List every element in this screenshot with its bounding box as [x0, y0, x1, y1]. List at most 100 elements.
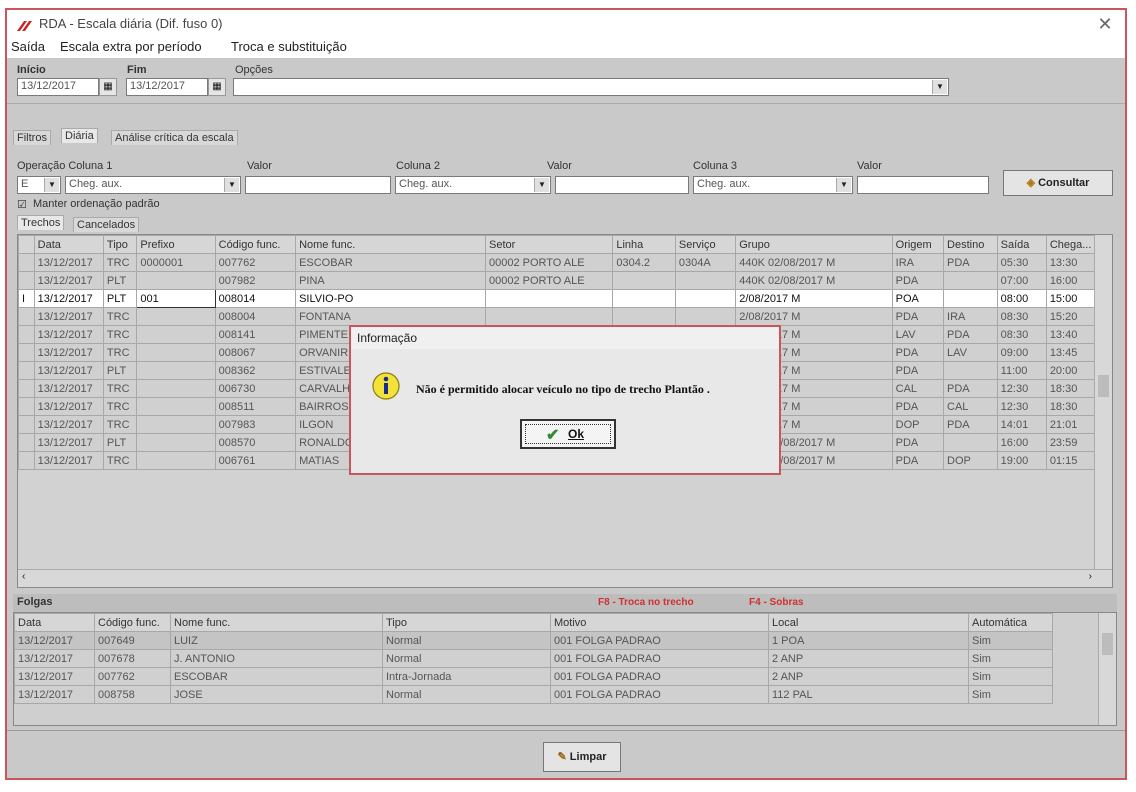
scroll-thumb[interactable] [1102, 633, 1113, 655]
folgas-vertical-scrollbar[interactable] [1098, 613, 1116, 725]
ok-button[interactable]: ✔ Ok [520, 419, 616, 449]
table-cell: 112 PAL [768, 685, 969, 704]
trechos-column-header[interactable]: Serviço [674, 235, 737, 254]
limpar-button[interactable]: ✎ Limpar [543, 742, 621, 772]
trechos-column-header[interactable]: Chega... [1045, 235, 1097, 254]
table-cell: 2/08/2017 M [735, 307, 893, 326]
table-cell: TRC [102, 451, 138, 470]
chevron-down-icon: ▼ [224, 178, 239, 192]
row-selector[interactable] [18, 271, 35, 290]
folgas-column-header[interactable]: Nome func. [170, 613, 383, 632]
row-selector[interactable] [18, 379, 35, 398]
row-selector[interactable]: I [18, 289, 35, 308]
coluna1-value: Cheg. aux. [69, 178, 123, 190]
trechos-horizontal-scrollbar[interactable]: ‹ › [18, 569, 1112, 587]
coluna3-select[interactable]: Cheg. aux. ▼ [693, 176, 853, 194]
menu-bar: Saída Escala extra por período Troca e s… [7, 36, 1125, 58]
valor2-input[interactable] [555, 176, 689, 194]
table-cell: 007982 [214, 271, 297, 290]
tab-diaria[interactable]: Diária [61, 128, 98, 143]
table-cell: ESCOBAR [170, 667, 383, 686]
trechos-column-header[interactable]: Linha [612, 235, 676, 254]
table-cell [943, 289, 998, 308]
inicio-date-field[interactable]: 13/12/2017 [17, 78, 99, 96]
table-cell: 16:00 [1045, 271, 1097, 290]
trechos-column-header[interactable]: Nome func. [295, 235, 486, 254]
table-row[interactable]: 13/12/2017 TRC 0000001 007762 ESCOBAR 00002 P… [18, 253, 1097, 272]
table-cell: 006761 [214, 451, 297, 470]
table-cell[interactable]: 001 [136, 289, 216, 308]
trechos-column-header[interactable]: Setor [484, 235, 614, 254]
row-selector[interactable] [18, 415, 35, 434]
table-row[interactable]: I 13/12/2017 PLT 001 008014 SILVIO-PO 2/08/201… [18, 289, 1097, 308]
table-cell [612, 289, 676, 308]
row-selector[interactable] [18, 397, 35, 416]
close-button[interactable]: ✕ [1095, 14, 1115, 35]
opcoes-select[interactable]: ▼ [233, 78, 949, 96]
tab-filtros[interactable]: Filtros [13, 130, 51, 145]
trechos-column-header[interactable]: Prefixo [136, 235, 216, 254]
folgas-column-header[interactable]: Tipo [382, 613, 551, 632]
trechos-column-header[interactable]: Código func. [214, 235, 297, 254]
folgas-column-header[interactable]: Motivo [550, 613, 769, 632]
row-selector[interactable] [18, 307, 35, 326]
table-cell: PDA [943, 415, 998, 434]
manter-checkbox[interactable]: ☑ [17, 198, 27, 211]
operacao-select[interactable]: E ▼ [17, 176, 61, 194]
table-cell: 008004 [214, 307, 297, 326]
trechos-column-header[interactable]: Tipo [102, 235, 138, 254]
table-row[interactable]: 13/12/2017 008758 JOSE Normal 001 FOLGA PADR… [14, 685, 1053, 704]
menu-escala-extra[interactable]: Escala extra por período [60, 39, 202, 54]
valor1-input[interactable] [245, 176, 391, 194]
coluna3-label: Coluna 3 [693, 160, 738, 172]
folgas-column-header[interactable]: Automática [968, 613, 1053, 632]
folgas-column-header[interactable]: Local [768, 613, 969, 632]
tab-analise-critica[interactable]: Análise crítica da escala [111, 130, 238, 145]
row-selector[interactable] [18, 361, 35, 380]
consultar-button[interactable]: ◈ Consultar [1003, 170, 1113, 196]
table-cell [136, 451, 216, 470]
trechos-column-header[interactable]: Grupo [735, 235, 893, 254]
coluna2-select[interactable]: Cheg. aux. ▼ [395, 176, 551, 194]
table-cell: 15:20 [1045, 307, 1097, 326]
menu-troca-substituicao[interactable]: Troca e substituição [231, 39, 347, 54]
row-selector[interactable] [18, 433, 35, 452]
table-cell: 00002 PORTO ALE [484, 271, 614, 290]
scroll-left-icon[interactable]: ‹ [22, 571, 25, 582]
scroll-right-icon[interactable]: › [1089, 571, 1092, 582]
row-selector[interactable] [18, 451, 35, 470]
trechos-column-header[interactable]: Data [33, 235, 104, 254]
row-selector[interactable] [18, 343, 35, 362]
fim-calendar-icon[interactable]: ▦ [208, 78, 226, 96]
table-cell: PLT [102, 433, 138, 452]
coluna1-select[interactable]: Cheg. aux. ▼ [65, 176, 241, 194]
table-cell: 001 FOLGA PADRAO [550, 649, 769, 668]
menu-saida[interactable]: Saída [11, 39, 45, 54]
dialog-body: Não é permitido alocar veículo no tipo d… [351, 349, 779, 473]
tab-cancelados[interactable]: Cancelados [73, 217, 140, 232]
trechos-column-header[interactable]: Destino [943, 235, 998, 254]
tab-trechos[interactable]: Trechos [17, 215, 65, 230]
table-row[interactable]: 13/12/2017 PLT 007982 PINA 00002 PORTO ALE 44… [18, 271, 1097, 290]
trechos-column-header[interactable]: Origem [891, 235, 945, 254]
row-selector[interactable] [18, 253, 35, 272]
table-row[interactable]: 13/12/2017 TRC 008004 FONTANA 2/08/2017 M PDA… [18, 307, 1097, 326]
trechos-vertical-scrollbar[interactable] [1094, 235, 1112, 571]
checkmark-icon: ✔ [546, 427, 560, 444]
scroll-thumb[interactable] [1098, 375, 1109, 397]
fim-date-field[interactable]: 13/12/2017 [126, 78, 208, 96]
folgas-column-header[interactable]: Código func. [94, 613, 171, 632]
row-selector[interactable] [18, 325, 35, 344]
limpar-label: Limpar [569, 751, 607, 763]
valor3-input[interactable] [857, 176, 989, 194]
table-cell: Sim [968, 649, 1053, 668]
inicio-calendar-icon[interactable]: ▦ [99, 78, 117, 96]
table-row[interactable]: 13/12/2017 007678 J. ANTONIO Normal 001 FOLG… [14, 649, 1053, 668]
folgas-column-header[interactable]: Data [14, 613, 95, 632]
table-cell: 19:00 [996, 451, 1047, 470]
table-cell [136, 379, 216, 398]
trechos-column-header[interactable]: Saída [996, 235, 1047, 254]
table-cell: DOP [891, 415, 945, 434]
table-row[interactable]: 13/12/2017 007649 LUIZ Normal 001 FOLGA PADR… [14, 631, 1053, 650]
table-row[interactable]: 13/12/2017 007762 ESCOBAR Intra-Jornada 001 … [14, 667, 1053, 686]
